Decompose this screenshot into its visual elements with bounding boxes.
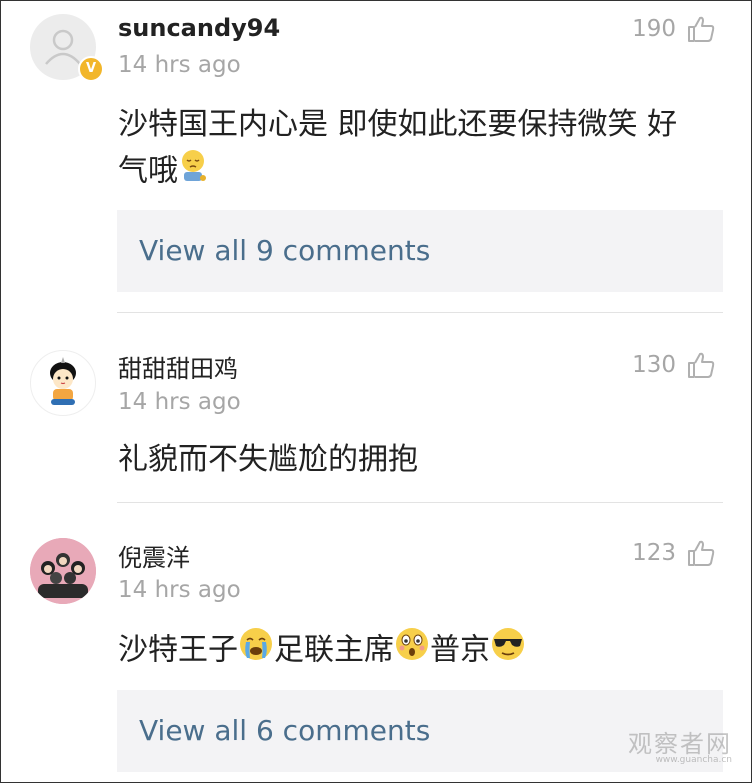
astonished-face-emoji-icon [394,626,430,676]
avatar[interactable] [30,350,96,416]
comment-text: 沙特王子 足联主席 普京 [118,626,718,676]
like-button[interactable]: 130 [632,350,716,380]
timestamp: 14 hrs ago [118,52,241,78]
group-photo-avatar-icon [30,538,96,604]
comment-text-fragment: 足联主席 [274,632,394,668]
thumbs-up-icon [688,540,715,566]
username[interactable]: 倪震洋 [118,538,190,573]
avatar[interactable] [30,538,96,604]
crying-face-emoji-icon [238,626,274,676]
divider [117,312,723,313]
username[interactable]: suncandy94 [118,14,280,42]
thumbs-up-icon [688,16,715,42]
view-all-comments-label: View all 6 comments [139,714,431,747]
comment-text-fragment: 沙特王子 [118,632,238,668]
comment-text: 沙特国王内心是 即使如此还要保持微笑 好 气哦 [118,102,718,196]
like-count: 190 [632,16,676,42]
comment-text: 礼貌而不失尴尬的拥抱 [118,442,418,477]
like-count: 130 [632,352,676,378]
view-all-comments-button[interactable]: View all 9 comments [117,210,723,292]
like-button[interactable]: 190 [632,14,716,44]
timestamp: 14 hrs ago [118,389,241,415]
pensive-face-emoji-icon [178,148,208,196]
view-all-comments-label: View all 9 comments [139,234,431,267]
cartoon-avatar-icon [50,357,76,405]
like-button[interactable]: 123 [632,538,716,568]
comment-text-fragment: 普京 [430,632,490,668]
sunglasses-face-emoji-icon [490,626,526,676]
thumbs-up-icon [688,352,715,378]
timestamp: 14 hrs ago [118,577,241,603]
watermark: 观察者网 www.guancha.cn [628,724,732,765]
watermark-logo-text: 观察者网 [628,730,732,758]
verified-badge-icon: V [78,56,104,82]
comment-text-line: 气哦 [118,148,718,196]
username[interactable]: 甜甜甜田鸡 [118,349,238,384]
like-count: 123 [632,540,676,566]
comment-text-fragment: 气哦 [118,153,178,189]
comment-text-line: 沙特国王内心是 即使如此还要保持微笑 好 [118,107,678,142]
divider [117,502,723,503]
